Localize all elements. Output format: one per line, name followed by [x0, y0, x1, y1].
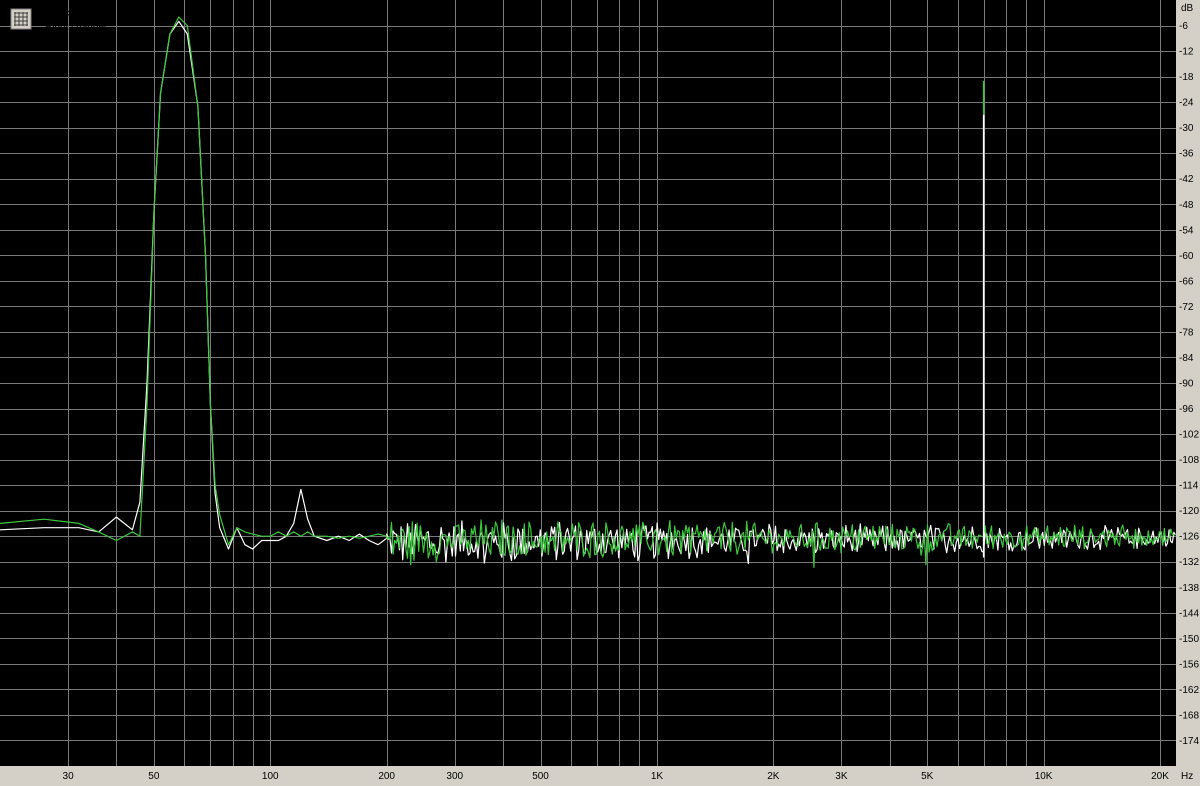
x-tick-label: 5K	[921, 771, 934, 782]
y-unit-label: dB	[1181, 3, 1194, 14]
y-tick-label: -72	[1179, 302, 1194, 313]
y-tick-label: -60	[1179, 251, 1194, 262]
y-tick-label: -78	[1179, 327, 1194, 338]
y-tick-label: -114	[1179, 481, 1199, 492]
x-tick-label: 300	[446, 771, 463, 782]
y-tick-label: -84	[1179, 353, 1194, 364]
y-tick-label: -48	[1179, 200, 1194, 211]
y-tick-label: -30	[1179, 123, 1194, 134]
y-tick-label: -156	[1179, 659, 1199, 670]
legend-icon[interactable]	[10, 8, 32, 30]
x-tick-label: 20K	[1151, 771, 1169, 782]
y-tick-label: -144	[1179, 608, 1199, 619]
legend-right-channel: Right channel	[45, 22, 106, 33]
y-axis-labels: -6 -12 -18 -24 -30 -36 -42 -48 -54 -60 -66 -72 -78 -8…	[1179, 21, 1199, 747]
y-tick-label: -150	[1179, 634, 1199, 645]
x-tick-label: 30	[63, 771, 75, 782]
y-tick-label: -162	[1179, 685, 1199, 696]
x-tick-label: 50	[148, 771, 160, 782]
y-tick-label: -18	[1179, 72, 1194, 83]
x-tick-label: 100	[262, 771, 279, 782]
y-tick-label: -126	[1179, 532, 1199, 543]
y-tick-label: -102	[1179, 430, 1199, 441]
x-tick-label: 500	[532, 771, 549, 782]
y-tick-label: -12	[1179, 47, 1194, 58]
y-tick-label: -54	[1179, 225, 1194, 236]
y-tick-label: -42	[1179, 174, 1194, 185]
legend-left-channel: Left channel	[45, 8, 100, 19]
y-tick-label: -174	[1179, 736, 1199, 747]
y-tick-label: -132	[1179, 557, 1199, 568]
x-tick-label: 1K	[651, 771, 664, 782]
y-tick-label: -90	[1179, 379, 1194, 390]
x-axis-labels: 30 50 100 200 300 500 1K 2K 3K 5K 10K 20K	[63, 771, 1170, 782]
y-tick-label: -168	[1179, 710, 1199, 721]
y-tick-label: -36	[1179, 149, 1194, 160]
y-tick-label: -24	[1179, 98, 1194, 109]
y-tick-label: -6	[1179, 21, 1188, 32]
spectrum-chart: -6 -12 -18 -24 -30 -36 -42 -48 -54 -60 -66 -72 -78 -8…	[0, 0, 1199, 782]
x-tick-label: 200	[378, 771, 395, 782]
y-tick-label: -120	[1179, 506, 1199, 517]
y-tick-label: -138	[1179, 583, 1199, 594]
x-tick-label: 3K	[835, 771, 848, 782]
x-tick-label: 10K	[1035, 771, 1053, 782]
y-tick-label: -66	[1179, 276, 1194, 287]
y-tick-label: -108	[1179, 455, 1199, 466]
x-tick-label: 2K	[767, 771, 780, 782]
y-tick-label: -96	[1179, 404, 1194, 415]
x-unit-label: Hz	[1181, 771, 1193, 782]
